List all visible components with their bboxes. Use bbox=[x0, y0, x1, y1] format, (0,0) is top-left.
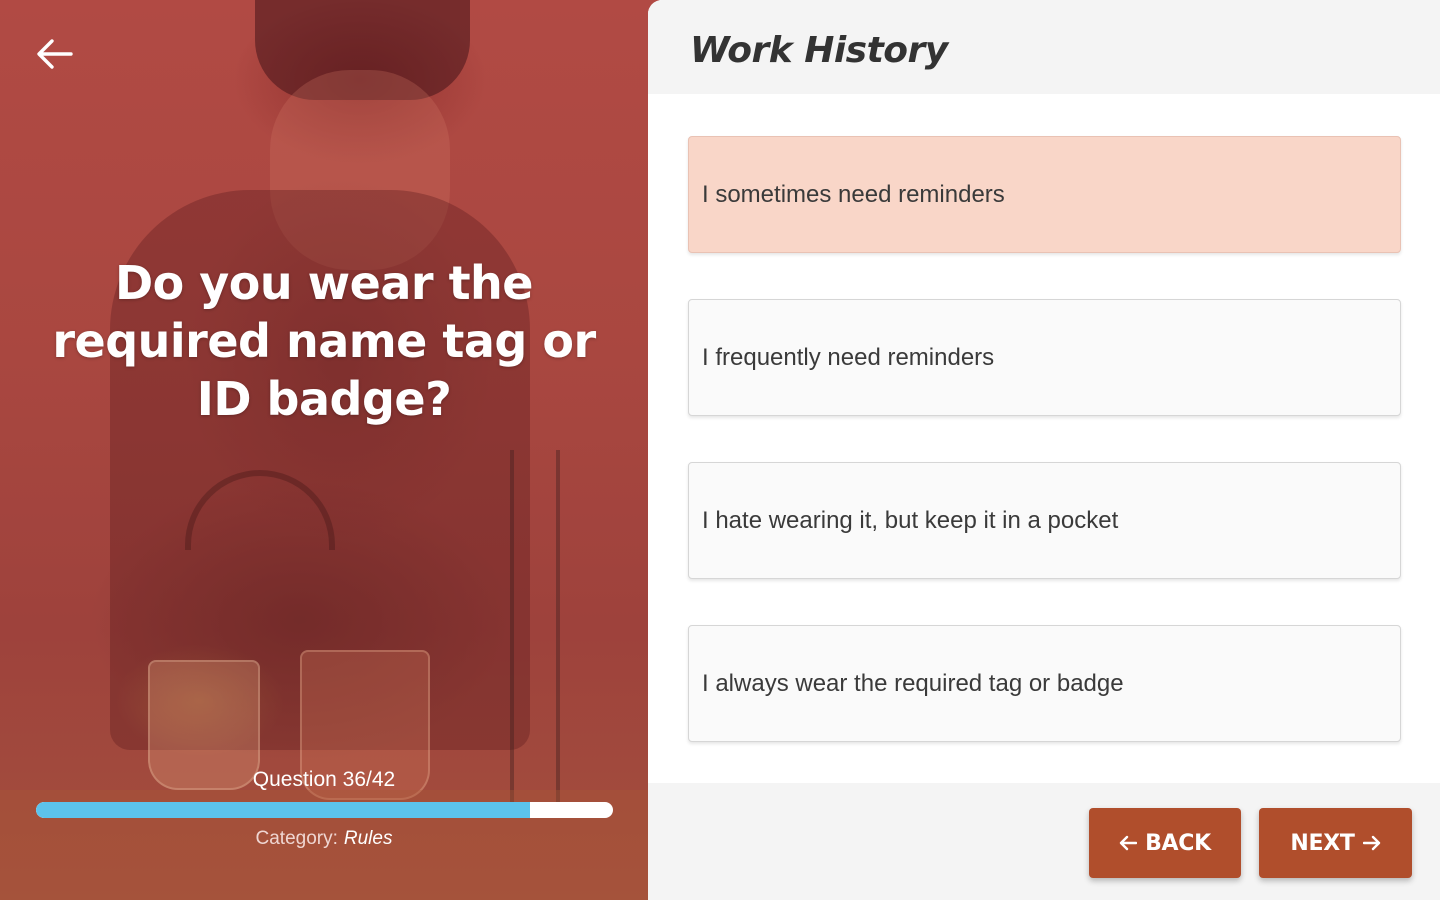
back-button[interactable]: BACK bbox=[1089, 808, 1241, 878]
arrow-left-icon bbox=[1119, 835, 1138, 851]
question-panel: Do you wear the required name tag or ID … bbox=[0, 0, 660, 900]
answer-panel: Work History I sometimes need reminders … bbox=[648, 0, 1440, 900]
answer-option-label: I sometimes need reminders bbox=[702, 180, 1005, 208]
background-photo bbox=[0, 0, 660, 900]
answer-header: Work History bbox=[648, 0, 1440, 94]
question-text: Do you wear the required name tag or ID … bbox=[52, 256, 596, 426]
progress-bar-fill bbox=[36, 802, 531, 818]
answer-option[interactable]: I always wear the required tag or badge bbox=[688, 625, 1401, 742]
answer-option-label: I always wear the required tag or badge bbox=[702, 669, 1124, 697]
category-line: Category: Rules bbox=[0, 828, 648, 850]
answer-option-label: I frequently need reminders bbox=[702, 343, 995, 371]
section-title: Work History bbox=[690, 30, 948, 71]
next-button[interactable]: NEXT bbox=[1259, 808, 1412, 878]
answer-option[interactable]: I frequently need reminders bbox=[688, 299, 1401, 416]
back-button-label: BACK bbox=[1145, 830, 1211, 856]
navigation-footer: BACK NEXT bbox=[648, 783, 1440, 900]
answer-option-label: I hate wearing it, but keep it in a pock… bbox=[702, 506, 1119, 534]
category-label: Category: bbox=[255, 828, 338, 849]
category-value: Rules bbox=[343, 828, 393, 849]
next-button-label: NEXT bbox=[1290, 830, 1355, 856]
answer-option[interactable]: I sometimes need reminders bbox=[688, 136, 1401, 253]
arrow-left-icon[interactable] bbox=[32, 34, 76, 74]
question-counter: Question 36/42 bbox=[252, 768, 396, 791]
arrow-right-icon bbox=[1362, 835, 1381, 851]
progress-bar bbox=[36, 802, 613, 818]
answer-option[interactable]: I hate wearing it, but keep it in a pock… bbox=[688, 462, 1401, 579]
